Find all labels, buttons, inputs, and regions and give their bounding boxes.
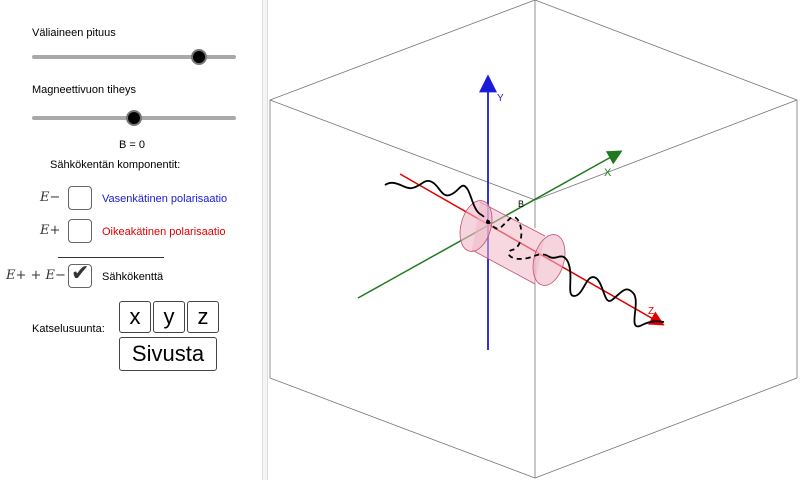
- sum-checkbox[interactable]: ✔: [68, 261, 92, 288]
- view-y-button[interactable]: y: [153, 301, 185, 333]
- density-slider-label: Magneettivuon tiheys: [32, 84, 136, 96]
- origin-point: [486, 220, 490, 224]
- e-plus-checkbox[interactable]: [68, 219, 92, 243]
- density-slider-knob[interactable]: [126, 110, 142, 126]
- e-plus-symbol: E+: [40, 223, 61, 238]
- field-wave-left: [384, 180, 481, 215]
- view-z-button[interactable]: z: [187, 301, 219, 333]
- e-minus-label: Vasenkätinen polarisaatio: [102, 193, 228, 205]
- point-b-label: B: [518, 199, 524, 209]
- e-plus-label: Oikeakätinen polarisaatio: [102, 226, 226, 238]
- density-slider[interactable]: [32, 110, 236, 126]
- x-axis-label: X: [604, 167, 612, 179]
- medium-cylinder: [459, 200, 566, 286]
- checkmark-icon: ✔: [71, 261, 90, 286]
- sum-label: Sähkökenttä: [102, 271, 164, 283]
- view-direction-label: Katselusuunta:: [32, 323, 105, 335]
- fraction-divider: [58, 257, 164, 258]
- sum-symbol: E+ + E−: [6, 268, 66, 283]
- 3d-view[interactable]: Y X Z B: [268, 0, 800, 480]
- length-slider-knob[interactable]: [191, 49, 208, 65]
- view-side-button[interactable]: Sivusta: [119, 337, 217, 371]
- e-minus-symbol: E−: [40, 190, 61, 205]
- b-value-readout: B = 0: [119, 139, 145, 151]
- components-title: Sähkökentän komponentit:: [50, 159, 181, 171]
- e-minus-checkbox[interactable]: [68, 186, 92, 210]
- z-axis-label: Z: [648, 306, 654, 317]
- y-axis-label: Y: [497, 93, 504, 104]
- length-slider[interactable]: [32, 49, 236, 65]
- view-x-button[interactable]: x: [119, 301, 151, 333]
- length-slider-label: Väliaineen pituus: [32, 27, 116, 39]
- control-panel: Väliaineen pituus Magneettivuon tiheys B…: [0, 0, 262, 480]
